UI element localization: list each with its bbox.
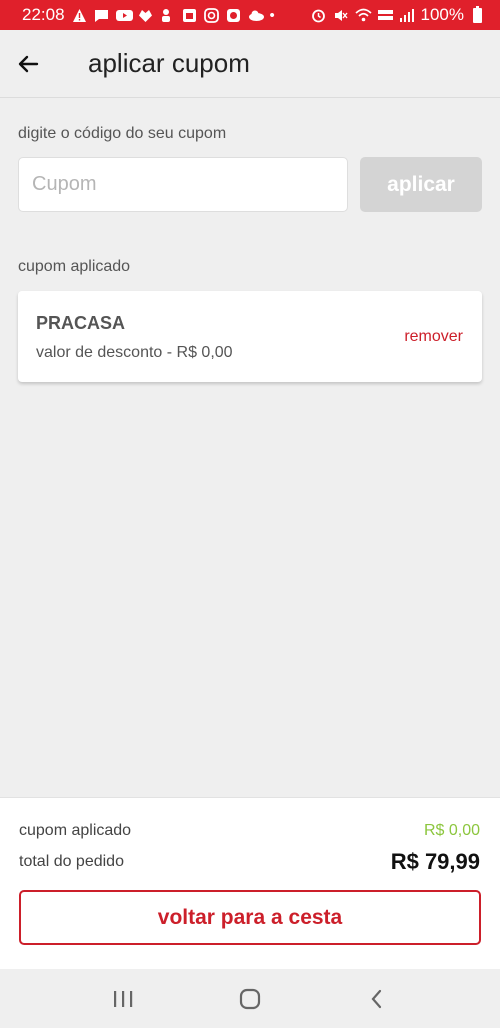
summary-total-value: R$ 79,99 bbox=[390, 849, 480, 874]
notification-icon bbox=[160, 8, 175, 23]
summary-coupon-label: cupom aplicado bbox=[19, 822, 132, 839]
volte-icon bbox=[377, 8, 393, 23]
back-to-cart-button[interactable]: voltar para a cesta bbox=[19, 890, 481, 945]
cloud-icon bbox=[248, 8, 264, 23]
app-bar: aplicar cupom bbox=[0, 30, 500, 98]
home-icon bbox=[239, 988, 261, 1009]
chat-icon bbox=[226, 8, 241, 23]
system-nav-bar bbox=[0, 969, 500, 1028]
dot-icon: • bbox=[269, 6, 275, 24]
calendar-icon bbox=[182, 8, 197, 23]
summary-total-label: total do pedido bbox=[19, 853, 124, 870]
arrow-left-icon bbox=[18, 55, 39, 72]
instagram-icon bbox=[203, 7, 219, 23]
battery-percent: 100% bbox=[420, 5, 464, 24]
status-time: 22:08 bbox=[22, 5, 65, 24]
status-bar: 22:08 • 100% bbox=[0, 0, 500, 30]
alarm-icon bbox=[311, 8, 326, 23]
apply-coupon-button[interactable]: aplicar bbox=[360, 157, 482, 212]
warning-icon bbox=[72, 8, 87, 23]
back-button[interactable] bbox=[2, 30, 54, 98]
youtube-icon bbox=[115, 8, 133, 23]
applied-coupon-label: cupom aplicado bbox=[18, 258, 131, 275]
remove-coupon-link[interactable]: remover bbox=[404, 328, 463, 346]
coupon-code: PRACASA bbox=[36, 313, 126, 333]
coupon-entry-label: digite o código do seu cupom bbox=[18, 125, 227, 142]
order-summary: cupom aplicado R$ 0,00 total do pedido R… bbox=[0, 797, 500, 969]
status-right: 100% bbox=[311, 5, 482, 25]
gift-icon bbox=[138, 8, 153, 23]
wifi-icon bbox=[354, 8, 372, 23]
mute-icon bbox=[333, 8, 348, 23]
applied-coupon-card: PRACASA valor de desconto - R$ 0,00 remo… bbox=[18, 291, 482, 382]
status-left: 22:08 • bbox=[22, 5, 275, 25]
message-icon bbox=[94, 8, 109, 23]
summary-coupon-value: R$ 0,00 bbox=[423, 822, 480, 839]
signal-icon bbox=[399, 8, 414, 23]
coupon-discount-value: valor de desconto - R$ 0,00 bbox=[36, 344, 233, 361]
page-title: aplicar cupom bbox=[88, 48, 250, 78]
battery-icon bbox=[473, 5, 482, 23]
home-button[interactable] bbox=[220, 969, 280, 1028]
coupon-input[interactable] bbox=[18, 157, 348, 212]
recents-icon bbox=[114, 990, 133, 1007]
system-back-button[interactable] bbox=[347, 969, 407, 1028]
recents-button[interactable] bbox=[93, 969, 153, 1028]
back-icon bbox=[371, 989, 381, 1008]
